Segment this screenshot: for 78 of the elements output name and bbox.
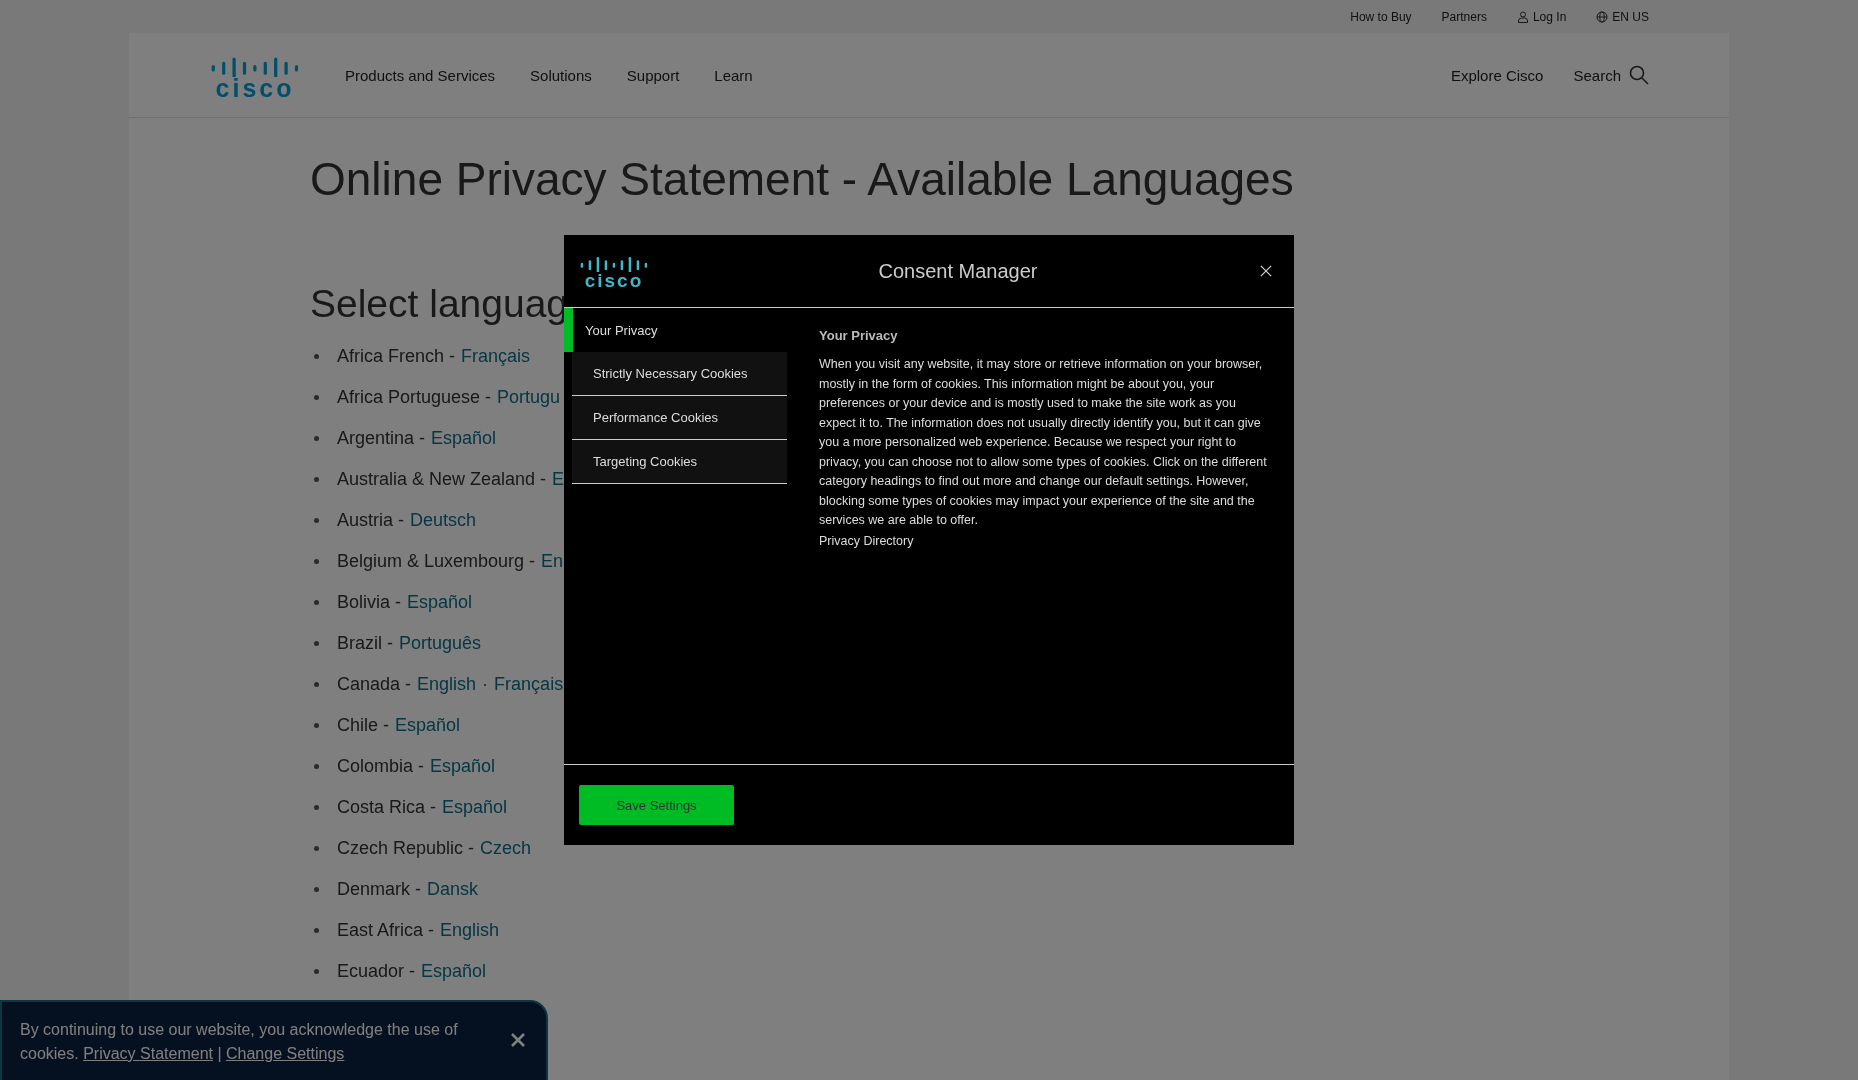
- cisco-logo[interactable]: cisco: [207, 51, 303, 99]
- bullet-icon: [314, 764, 319, 770]
- search-icon: [1629, 65, 1649, 85]
- save-settings-button[interactable]: Save Settings: [579, 785, 734, 825]
- language-link[interactable]: Dansk: [427, 879, 479, 901]
- country-label: Austria -: [337, 510, 405, 532]
- country-label: Bolivia -: [337, 592, 402, 614]
- language-link[interactable]: Français: [494, 674, 564, 696]
- utility-link[interactable]: EN US: [1596, 9, 1649, 24]
- dialog-title: Consent Manager: [877, 259, 1039, 283]
- language-link[interactable]: En: [541, 551, 564, 573]
- language-link[interactable]: Portugu: [497, 387, 561, 409]
- category-tab[interactable]: Strictly Necessary Cookies: [572, 352, 787, 396]
- globe-icon: [1596, 10, 1609, 23]
- country-label: Brazil -: [337, 633, 393, 655]
- utility-link[interactable]: Log In: [1516, 9, 1567, 24]
- privacy-directory-link[interactable]: Privacy Directory: [819, 533, 914, 548]
- utility-link[interactable]: Partners: [1441, 9, 1487, 24]
- bullet-icon: [314, 805, 319, 811]
- bullet-icon: [314, 559, 319, 565]
- nav-link[interactable]: Learn: [714, 66, 753, 84]
- nav-link[interactable]: Support: [626, 66, 680, 84]
- country-label: East Africa -: [337, 920, 435, 942]
- country-label: Australia & New Zealand -: [337, 469, 547, 491]
- country-label: Canada -: [337, 674, 412, 696]
- country-label: Africa Portuguese -: [337, 387, 492, 409]
- category-tab[interactable]: Targeting Cookies: [572, 440, 787, 484]
- bullet-icon: [314, 928, 319, 934]
- bullet-icon: [314, 600, 319, 606]
- bullet-icon: [314, 436, 319, 442]
- country-label: Denmark -: [337, 879, 421, 901]
- language-link[interactable]: Español: [395, 715, 461, 737]
- bullet-icon: [314, 641, 319, 647]
- language-link[interactable]: Español: [430, 756, 496, 778]
- bullet-icon: [314, 477, 319, 483]
- utility-link[interactable]: How to Buy: [1350, 9, 1412, 24]
- bullet-icon: [314, 723, 319, 729]
- country-label: Belgium & Luxembourg -: [337, 551, 536, 573]
- bullet-icon: [314, 354, 319, 360]
- bullet-icon: [314, 846, 319, 852]
- separator: ·: [482, 674, 489, 696]
- language-link[interactable]: Español: [431, 428, 497, 450]
- language-link[interactable]: Español: [442, 797, 508, 819]
- language-link[interactable]: Deutsch: [410, 510, 477, 532]
- language-link[interactable]: Français: [461, 346, 531, 368]
- privacy-description: When you visit any website, it may store or retrieve information on your browser, mostly in the form of cookies. This information might be about you, your preferences or your device and is mostly used to make the site work as you expect it to. The information does not usually directly identify you, but it can give you a more personalized web experience. Because we respect your right to privacy, you can choose not to allow some types of cookies. Click on the different category headings to find out more and change our default settings. However, blocking some types of cookies may impact your experience of the site and the services we are able to offer.: [819, 356, 1268, 529]
- nav-link[interactable]: Products and Services: [345, 66, 496, 84]
- privacy-statement-link[interactable]: Privacy Statement: [83, 1045, 213, 1062]
- language-link[interactable]: Português: [399, 633, 482, 655]
- change-settings-link[interactable]: Change Settings: [226, 1045, 345, 1062]
- bullet-icon: [314, 518, 319, 524]
- page-title: Online Privacy Statement - Available Languages: [310, 152, 1295, 207]
- category-tab[interactable]: Performance Cookies: [572, 396, 787, 440]
- country-label: Czech Republic -: [337, 838, 475, 860]
- country-label: Africa French -: [337, 346, 456, 368]
- country-label: Ecuador -: [337, 961, 416, 983]
- user-icon: [1516, 10, 1529, 23]
- country-label: Costa Rica -: [337, 797, 437, 819]
- close-icon[interactable]: [1260, 265, 1272, 277]
- bullet-icon: [314, 682, 319, 688]
- explore-link[interactable]: Explore Cisco: [1450, 66, 1544, 84]
- language-link[interactable]: Czech: [480, 838, 532, 860]
- cookie-notice: By continuing to use our website, you acknowledge the use of cookies. Privacy Statement | Change Settings: [20, 1020, 459, 1064]
- country-label: Colombia -: [337, 756, 425, 778]
- bullet-icon: [314, 395, 319, 401]
- nav-link[interactable]: Solutions: [530, 66, 592, 84]
- cisco-logo: cisco: [578, 252, 650, 290]
- language-link[interactable]: Español: [407, 592, 473, 614]
- content-heading: Your Privacy: [819, 328, 899, 343]
- country-label: Chile -: [337, 715, 389, 737]
- bullet-icon: [314, 969, 319, 975]
- language-link[interactable]: Español: [421, 961, 487, 983]
- language-link[interactable]: E: [552, 469, 565, 491]
- search-button[interactable]: Search: [1573, 65, 1649, 85]
- country-label: Argentina -: [337, 428, 426, 450]
- bullet-icon: [314, 887, 319, 893]
- language-link[interactable]: English: [417, 674, 477, 696]
- language-link[interactable]: English: [440, 920, 500, 942]
